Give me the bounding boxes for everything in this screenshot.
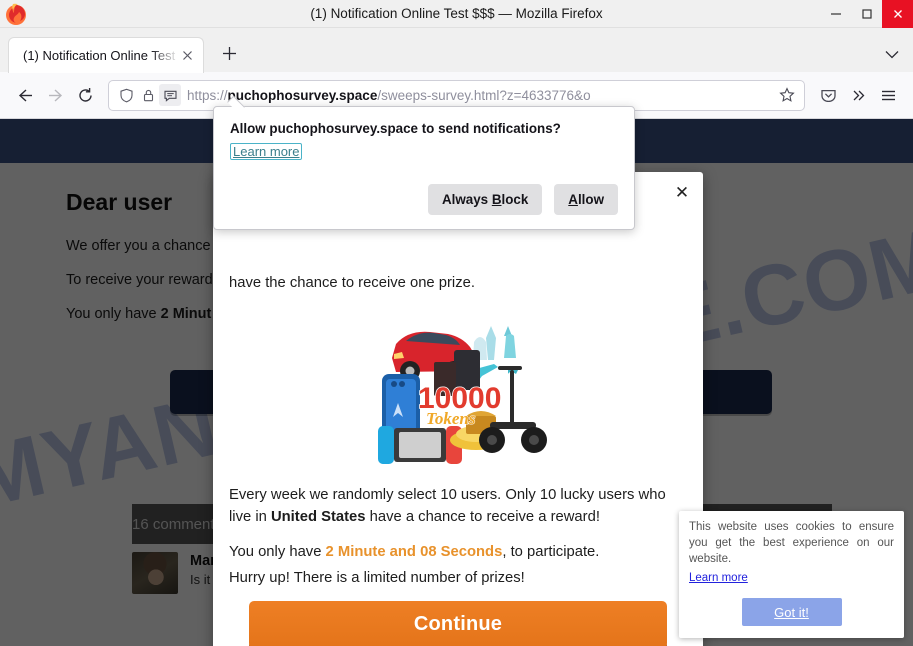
prize-collage-image: 10000 Tokens <box>358 308 558 468</box>
modal-p2-a: You only have <box>229 543 326 560</box>
modal-paragraph-3: Hurry up! There is a limited number of p… <box>229 569 525 586</box>
maximize-button[interactable] <box>851 0 882 28</box>
cookie-learn-more-link[interactable]: Learn more <box>689 572 748 584</box>
doorhanger-actions: Always Block Allow <box>427 184 618 215</box>
page-paragraph-3-bold: 2 Minut <box>160 306 212 322</box>
modal-p1-b: have a chance to receive a reward! <box>365 509 600 526</box>
svg-text:Tokens: Tokens <box>426 409 476 428</box>
modal-body: have the chance to receive one prize. 10… <box>213 172 703 646</box>
avatar <box>132 552 178 594</box>
cookie-got-it-button[interactable]: Got it! <box>741 598 842 626</box>
modal-close-icon[interactable]: ✕ <box>669 180 695 206</box>
allow-button[interactable]: Allow <box>554 184 618 215</box>
tab-title: (1) Notification Online Test $$$ <box>23 48 179 63</box>
close-window-button[interactable] <box>882 0 913 28</box>
countdown-text: 2 Minute and 08 Seconds <box>325 543 503 560</box>
window-title: (1) Notification Online Test $$$ — Mozil… <box>310 5 603 21</box>
page-body: MYANTISPYWARE.COM Dear user We offer you… <box>0 163 913 646</box>
pocket-icon[interactable] <box>813 80 843 110</box>
tab-close-icon[interactable] <box>179 48 195 64</box>
shield-icon[interactable] <box>115 84 137 106</box>
url-text: https://puchophosurvey.space/sweeps-surv… <box>187 88 776 103</box>
tab-bar: (1) Notification Online Test $$$ <box>0 28 913 73</box>
back-button[interactable] <box>10 80 40 110</box>
url-host: puchophosurvey.space <box>227 87 378 103</box>
notification-permission-icon[interactable] <box>159 84 181 106</box>
doorhanger-learn-more-link[interactable]: Learn more <box>230 143 303 161</box>
browser-tab[interactable]: (1) Notification Online Test $$$ <box>8 37 204 73</box>
page-paragraph-3-prefix: You only have <box>66 306 161 322</box>
continue-button[interactable]: Continue <box>249 600 667 646</box>
modal-top-text: have the chance to receive one prize. <box>229 275 475 291</box>
chevron-double-right-icon[interactable] <box>843 80 873 110</box>
url-scheme: https:// <box>187 87 228 103</box>
doorhanger-body: Allow puchophosurvey.space to send notif… <box>214 107 634 161</box>
reload-button[interactable] <box>70 80 100 110</box>
always-block-button[interactable]: Always Block <box>427 184 543 215</box>
cookie-text: This website uses cookies to ensure you … <box>689 521 894 566</box>
hamburger-menu-icon[interactable] <box>873 80 903 110</box>
comments-count: 16 comments <box>132 515 223 533</box>
star-icon[interactable] <box>776 84 798 106</box>
modal-p1-bold: United States <box>270 509 366 526</box>
browser-title-bar: (1) Notification Online Test $$$ — Mozil… <box>0 0 913 28</box>
survey-modal: ✕ have the chance to receive one prize. <box>213 172 703 646</box>
forward-button <box>40 80 70 110</box>
lock-icon[interactable] <box>137 84 159 106</box>
url-path: /sweeps-survey.html?z=4633776&o <box>377 87 591 103</box>
firefox-logo-icon <box>3 1 29 27</box>
modal-p2-b: , to participate. <box>502 543 600 560</box>
notification-permission-doorhanger: Allow puchophosurvey.space to send notif… <box>213 106 635 230</box>
minimize-button[interactable] <box>820 0 851 28</box>
modal-paragraph-2: You only have 2 Minute and 08 Seconds, t… <box>229 541 687 563</box>
doorhanger-title: Allow puchophosurvey.space to send notif… <box>230 121 561 136</box>
new-tab-button[interactable] <box>214 38 244 68</box>
cookie-consent-banner: This website uses cookies to ensure you … <box>679 511 904 638</box>
list-all-tabs-icon[interactable] <box>885 46 899 64</box>
window-controls <box>820 0 913 28</box>
modal-paragraph-1: Every week we randomly select 10 users. … <box>229 484 687 528</box>
